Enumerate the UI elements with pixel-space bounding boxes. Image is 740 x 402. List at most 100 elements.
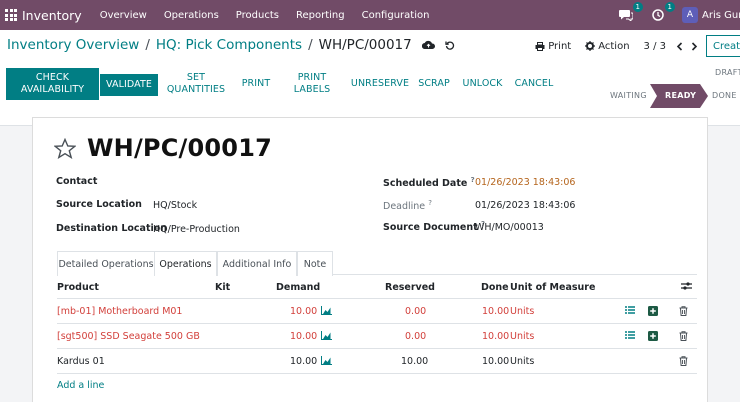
breadcrumb: Inventory Overview / HQ: Pick Components…: [7, 37, 455, 53]
breadcrumb-current: WH/PC/00017: [318, 37, 412, 53]
row-demand: 10.00: [290, 331, 318, 342]
pager-value: 3 / 3: [643, 40, 666, 52]
star-icon[interactable]: [53, 137, 77, 162]
validate-button[interactable]: VALIDATE: [100, 74, 158, 96]
header-done[interactable]: Done: [481, 282, 509, 293]
row-demand: 10.00: [290, 356, 318, 367]
control-panel: Inventory Overview / HQ: Pick Components…: [0, 30, 740, 126]
app-brand[interactable]: Inventory: [22, 8, 82, 23]
deadline-label: Deadline ?: [383, 199, 432, 213]
scheduled-date-value[interactable]: 01/26/2023 18:43:06: [475, 177, 575, 188]
deadline-value[interactable]: 01/26/2023 18:43:06: [475, 200, 575, 211]
action-menu[interactable]: Action: [585, 41, 630, 52]
form-sheet: WH/PC/00017 Contact Source Location HQ/S…: [32, 117, 708, 402]
source-location-value[interactable]: HQ/Stock: [153, 200, 197, 211]
scheduled-date-label: Scheduled Date ?: [383, 176, 475, 190]
messages-badge: 1: [632, 2, 643, 12]
printer-icon: [535, 41, 545, 51]
delete-trash-icon[interactable]: [679, 306, 688, 316]
activities-badge: 1: [664, 2, 675, 12]
operations-table: Product Kit Demand Reserved Done Unit of…: [57, 275, 697, 374]
apps-menu-icon[interactable]: [0, 0, 22, 30]
header-reserved[interactable]: Reserved: [385, 282, 435, 293]
tab-detailed-operations[interactable]: Detailed Operations: [57, 251, 155, 276]
add-move-plus-icon[interactable]: [648, 306, 658, 316]
menu-configuration[interactable]: Configuration: [362, 10, 430, 21]
print-button[interactable]: PRINT: [238, 68, 274, 100]
add-a-line-link[interactable]: Add a line: [57, 380, 104, 391]
row-uom[interactable]: Units: [510, 331, 534, 342]
row-product[interactable]: [mb-01] Motherboard M01: [57, 306, 182, 317]
check-availability-button[interactable]: CHECK AVAILABILITY: [6, 68, 99, 100]
header-demand[interactable]: Demand: [276, 282, 320, 293]
breadcrumb-separator: /: [308, 37, 313, 53]
optional-columns-icon[interactable]: [681, 281, 692, 294]
destination-location-label: Destination Location: [56, 223, 168, 234]
user-name[interactable]: Aris Gunt: [702, 10, 740, 21]
gear-icon: [585, 41, 596, 51]
forecast-chart-icon[interactable]: [321, 331, 332, 340]
tab-additional-info[interactable]: Additional Info: [217, 251, 297, 276]
row-done[interactable]: 10.00: [482, 331, 509, 342]
user-avatar[interactable]: A: [682, 7, 698, 23]
notebook-tabs: Detailed Operations Operations Additiona…: [57, 251, 697, 276]
scrap-button[interactable]: SCRAP: [416, 68, 452, 100]
header-unit-of-measure[interactable]: Unit of Measure: [510, 282, 595, 293]
menu-products[interactable]: Products: [236, 10, 279, 21]
delete-trash-icon[interactable]: [679, 356, 688, 366]
row-product[interactable]: [sgt500] SSD Seagate 500 GB: [57, 331, 200, 342]
chevron-right-icon[interactable]: [691, 41, 698, 51]
create-button[interactable]: Create: [706, 35, 740, 57]
row-uom[interactable]: Units: [510, 356, 534, 367]
unlock-button[interactable]: UNLOCK: [460, 68, 505, 100]
row-product[interactable]: Kardus 01: [57, 356, 105, 367]
set-quantities-button[interactable]: SET QUANTITIES: [167, 68, 225, 100]
add-move-plus-icon[interactable]: [648, 331, 658, 341]
contact-label: Contact: [56, 176, 98, 187]
row-reserved: 0.00: [405, 331, 427, 342]
stage-draft[interactable]: DRAFT: [715, 68, 740, 77]
top-navbar: Inventory Overview Operations Products R…: [0, 0, 740, 30]
stage-ready[interactable]: READY: [650, 84, 710, 108]
detailed-operations-list-icon[interactable]: [625, 331, 635, 339]
row-reserved: 0.00: [405, 306, 427, 317]
print-labels-button[interactable]: PRINT LABELS: [288, 68, 336, 100]
header-product[interactable]: Product: [57, 282, 99, 293]
stage-done[interactable]: DONE: [712, 91, 737, 100]
print-menu[interactable]: Print: [535, 41, 571, 52]
header-kit[interactable]: Kit: [215, 282, 230, 293]
source-location-label: Source Location: [56, 199, 142, 210]
stage-ready-label: READY: [665, 91, 697, 100]
menu-reporting[interactable]: Reporting: [296, 10, 345, 21]
cancel-button[interactable]: CANCEL: [512, 68, 556, 100]
forecast-chart-icon[interactable]: [321, 306, 332, 315]
menu-operations[interactable]: Operations: [164, 10, 219, 21]
tab-operations[interactable]: Operations: [154, 251, 217, 276]
cloud-upload-icon[interactable]: [421, 40, 435, 50]
tab-note[interactable]: Note: [297, 251, 333, 276]
breadcrumb-inventory-overview[interactable]: Inventory Overview: [7, 37, 139, 53]
table-row[interactable]: [mb-01] Motherboard M01 10.00 0.00 10.00…: [57, 299, 697, 324]
table-row[interactable]: [sgt500] SSD Seagate 500 GB 10.00 0.00 1…: [57, 324, 697, 349]
discard-undo-icon[interactable]: [445, 40, 455, 50]
detailed-operations-list-icon[interactable]: [625, 306, 635, 314]
activities-clock-icon[interactable]: 1: [650, 2, 675, 23]
forecast-chart-icon[interactable]: [321, 356, 332, 365]
breadcrumb-pick-components[interactable]: HQ: Pick Components: [156, 37, 302, 53]
menu-overview[interactable]: Overview: [100, 10, 147, 21]
table-header: Product Kit Demand Reserved Done Unit of…: [57, 275, 697, 299]
row-demand: 10.00: [290, 306, 318, 317]
chevron-left-icon[interactable]: [676, 41, 683, 51]
destination-location-value[interactable]: HQ/Pre-Production: [153, 224, 240, 235]
row-done[interactable]: 10.00: [482, 356, 509, 367]
stage-waiting[interactable]: WAITING: [610, 91, 647, 100]
messages-icon[interactable]: 1: [618, 2, 643, 23]
record-title: WH/PC/00017: [87, 134, 272, 162]
table-row[interactable]: Kardus 01 10.00 10.00 10.00 Units: [57, 349, 697, 374]
delete-trash-icon[interactable]: [679, 331, 688, 341]
breadcrumb-separator: /: [145, 37, 150, 53]
row-uom[interactable]: Units: [510, 306, 534, 317]
source-document-value[interactable]: WH/MO/00013: [475, 222, 544, 233]
row-done[interactable]: 10.00: [482, 306, 509, 317]
unreserve-button[interactable]: UNRESERVE: [350, 68, 410, 100]
